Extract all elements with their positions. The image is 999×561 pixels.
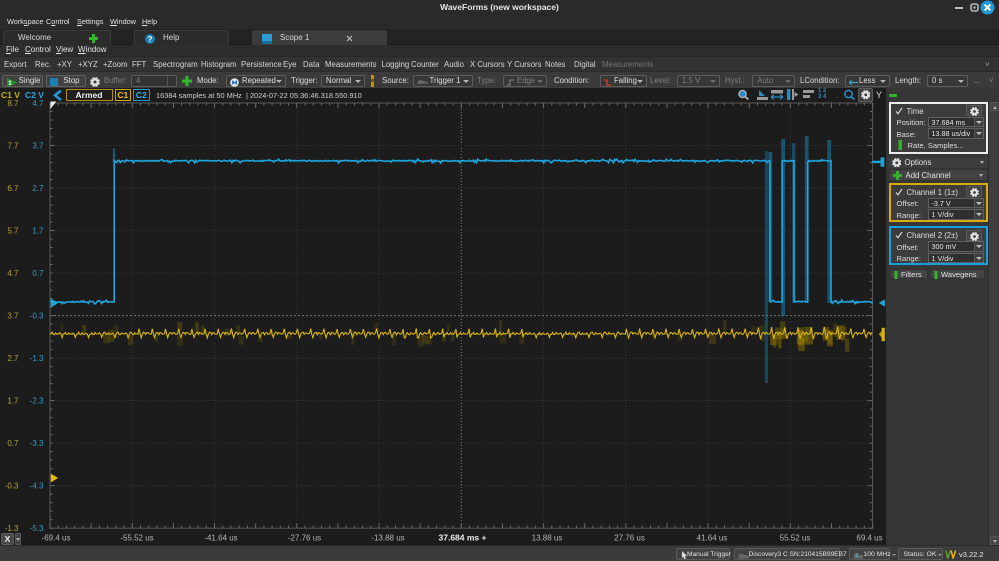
svg-text:7.7: 7.7 — [7, 142, 19, 151]
svg-text:41.64 us: 41.64 us — [697, 534, 728, 543]
svg-text:-5.3: -5.3 — [30, 524, 44, 533]
svg-text:6.7: 6.7 — [7, 184, 19, 193]
svg-text:-1.3: -1.3 — [5, 524, 19, 533]
svg-text:-55.52 us: -55.52 us — [120, 534, 153, 543]
svg-text:-2.3: -2.3 — [30, 397, 44, 406]
svg-text:1: 1 — [8, 80, 12, 87]
svg-text:37.684 ms +: 37.684 ms + — [439, 533, 487, 543]
svg-text:3.7: 3.7 — [32, 142, 44, 151]
svg-text:-3.3: -3.3 — [30, 439, 44, 448]
svg-text:-4.3: -4.3 — [30, 482, 44, 491]
svg-text:5.7: 5.7 — [7, 227, 19, 236]
svg-text:3.7: 3.7 — [7, 312, 19, 321]
svg-text:-1.3: -1.3 — [30, 354, 44, 363]
svg-text:-69.4 us: -69.4 us — [42, 534, 71, 543]
svg-text:0.7: 0.7 — [7, 439, 19, 448]
svg-text:27.76 us: 27.76 us — [614, 534, 645, 543]
svg-text:-0.3: -0.3 — [30, 312, 44, 321]
svg-text:2.7: 2.7 — [32, 184, 44, 193]
svg-text:-27.76 us: -27.76 us — [288, 534, 321, 543]
svg-text:55.52 us: 55.52 us — [780, 534, 811, 543]
svg-text:0.7: 0.7 — [32, 269, 44, 278]
svg-text:2.7: 2.7 — [7, 354, 19, 363]
svg-text:1.7: 1.7 — [7, 397, 19, 406]
svg-text:-41.64 us: -41.64 us — [204, 534, 237, 543]
svg-text:69.4 us: 69.4 us — [856, 534, 882, 543]
svg-text:-13.88 us: -13.88 us — [371, 534, 404, 543]
svg-text:?: ? — [148, 34, 153, 43]
svg-text:1.7: 1.7 — [32, 227, 44, 236]
svg-text:13.88 us: 13.88 us — [532, 534, 563, 543]
svg-text:4.7: 4.7 — [7, 269, 19, 278]
svg-text:-0.3: -0.3 — [5, 482, 19, 491]
svg-text:2: 2 — [855, 553, 858, 559]
